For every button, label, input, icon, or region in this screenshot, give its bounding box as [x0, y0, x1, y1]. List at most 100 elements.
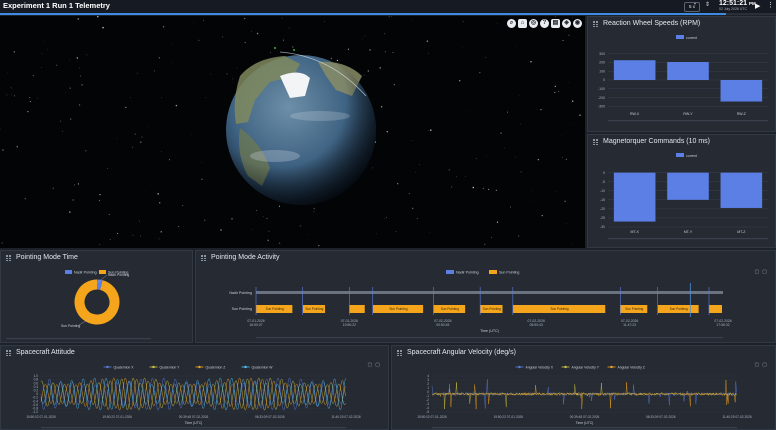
legend-label: Nadir Pointing: [74, 271, 97, 275]
drag-handle-icon[interactable]: [201, 255, 207, 261]
app-title: Experiment 1 Run 1 Telemetry: [3, 1, 110, 10]
y-tick-label: -100: [598, 87, 605, 91]
panel-title: Spacecraft Angular Velocity (deg/s): [407, 349, 516, 356]
globe-icon[interactable]: ◎: [529, 19, 538, 28]
earth-globe: [226, 51, 376, 205]
segment-label: Sun Pointing: [670, 307, 688, 311]
scrollbar: [41, 427, 346, 429]
panel-header[interactable]: Magnetorquer Commands (10 ms): [588, 135, 775, 149]
x-tick-label: 11:40:25 07-02-2026: [722, 415, 752, 419]
x-tick-time: 17:56:32: [716, 323, 729, 327]
layers-icon[interactable]: ▤: [551, 19, 560, 28]
attitude-panel: Spacecraft Attitude ▢▢ Quaternion X Quate…: [0, 345, 389, 430]
y-tick-label: -30: [600, 225, 605, 229]
legend-marker: [152, 365, 155, 369]
drag-handle-icon[interactable]: [6, 350, 12, 356]
y-tick-label: -5: [602, 180, 605, 184]
legend-marker: [198, 365, 201, 369]
segment-label: Sun Pointing: [266, 307, 284, 311]
x-tick-label: MT-Y: [684, 230, 693, 234]
step-control-icon[interactable]: ⇕: [705, 1, 710, 8]
y-tick-label: -200: [598, 96, 605, 100]
search-icon[interactable]: ⌕: [507, 19, 516, 28]
legend-label: current: [686, 154, 697, 158]
y-tick-label: -15: [600, 198, 605, 202]
x-tick-label: RW-Z: [737, 112, 747, 116]
legend-label: Angular Velocity Y: [572, 365, 600, 369]
legend-swatch: [676, 35, 684, 39]
legend-label: Nadir Pointing: [456, 271, 479, 275]
x-tick-label: 15:50:02 07-01-2026: [26, 415, 56, 419]
y-tick-label: -25: [600, 216, 605, 220]
x-tick-time: 00:50:45: [436, 323, 449, 327]
y-tick-label: 100: [599, 69, 605, 73]
drag-handle-icon[interactable]: [6, 255, 12, 261]
x-tick-label: MT-X: [630, 230, 639, 234]
compass-icon[interactable]: ◈: [562, 19, 571, 28]
panel-header[interactable]: Pointing Mode Time: [1, 251, 192, 265]
x-axis-label: Time (UTC): [576, 421, 594, 425]
globe-toolbar: ⌕ ⌂ ◎ ? ▤ ◈ ◉: [507, 19, 582, 28]
legend-swatch: [489, 270, 497, 274]
legend-swatch: [446, 270, 454, 274]
sun-pointing-segment: [349, 305, 365, 313]
scrollbar: [256, 337, 723, 339]
pointing-activity-panel: Pointing Mode Activity ▢▢ Nadir Pointing…: [195, 250, 776, 343]
magnetorquer-chart: current 0 -5 -10 -15 -20 -25 -30 MT-X MT-Y MT-Z: [600, 153, 768, 240]
x-tick-time: 16:50:07: [249, 323, 262, 327]
y-tick-label: 300: [599, 52, 605, 56]
panel-header[interactable]: Spacecraft Angular Velocity (deg/s): [392, 346, 775, 360]
legend-label: Angular Velocity X: [526, 365, 554, 369]
y-tick-label: -300: [598, 105, 605, 109]
drag-handle-icon[interactable]: [593, 139, 599, 145]
bar: [613, 60, 656, 80]
scrollbar: [6, 338, 151, 340]
panel-title: Spacecraft Attitude: [16, 349, 75, 356]
panel-header[interactable]: Spacecraft Attitude: [1, 346, 388, 360]
sun-pointing-segment: [708, 305, 722, 313]
home-icon[interactable]: ⌂: [518, 19, 527, 28]
legend-label: current: [686, 36, 697, 40]
y-tick-label: -10: [600, 189, 605, 193]
panel-title: Reaction Wheel Speeds (RPM): [603, 20, 701, 27]
y-tick-label: 200: [599, 61, 605, 65]
x-tick-label: RW-Y: [683, 112, 693, 116]
reaction-wheel-panel: Reaction Wheel Speeds (RPM) current 300 20…: [587, 16, 776, 132]
drag-handle-icon[interactable]: [593, 21, 599, 27]
x-tick-time: 05:50:43: [530, 323, 543, 327]
x-tick-label: 15:50:02 07-01-2026: [417, 415, 447, 419]
help-icon[interactable]: ?: [540, 19, 549, 28]
legend-marker: [564, 365, 567, 369]
playback-speed-select[interactable]: 5 x: [684, 2, 700, 12]
drag-handle-icon[interactable]: [397, 350, 403, 356]
globe-viewer[interactable]: ⌕ ⌂ ◎ ? ▤ ◈ ◉: [0, 16, 585, 248]
timeline-progress-fill: [0, 13, 726, 15]
pointing-time-panel: Pointing Mode Time Nadir Pointing Sun Poi…: [0, 250, 193, 343]
x-axis-label: Time (UTC): [480, 329, 499, 333]
segment-label: Sun Pointing: [441, 307, 459, 311]
bar: [667, 172, 709, 200]
scrollbar: [432, 427, 737, 429]
y-tick-label: 0: [603, 171, 605, 175]
segment-label: Sun Pointing: [389, 307, 407, 311]
y-tick-label: -1.0: [33, 410, 39, 414]
pointing-time-donut-chart: Nadir Pointing Sun Pointing Nadir Pointing…: [6, 270, 151, 340]
legend-label: Quaternion X: [114, 365, 135, 369]
segment-label: Sun Pointing: [305, 307, 323, 311]
magnetorquer-panel: Magnetorquer Commands (10 ms) current 0 -5…: [587, 134, 776, 248]
panel-header[interactable]: Reaction Wheel Speeds (RPM): [588, 17, 775, 31]
attitude-chart: Quaternion X Quaternion Y Quaternion Z Quat…: [26, 365, 361, 429]
donut-slice: [96, 279, 103, 290]
x-axis-label: Time (UTC): [185, 421, 203, 425]
play-button[interactable]: ▶: [755, 2, 760, 10]
bar: [720, 172, 763, 208]
camera-icon[interactable]: ◉: [573, 19, 582, 28]
panel-header[interactable]: Pointing Mode Activity: [196, 251, 775, 265]
timeline-progress[interactable]: [0, 13, 776, 15]
legend-marker: [518, 365, 521, 369]
legend-label: Quaternion Z: [206, 365, 226, 369]
reaction-wheel-chart: current 300 200 100 0 -100 -200 -300 RW-X RW-Y RW-…: [598, 35, 768, 122]
menu-button[interactable]: ⋮: [767, 1, 774, 9]
donut-slice: [74, 279, 120, 325]
y-tick-label: -5: [426, 410, 429, 414]
